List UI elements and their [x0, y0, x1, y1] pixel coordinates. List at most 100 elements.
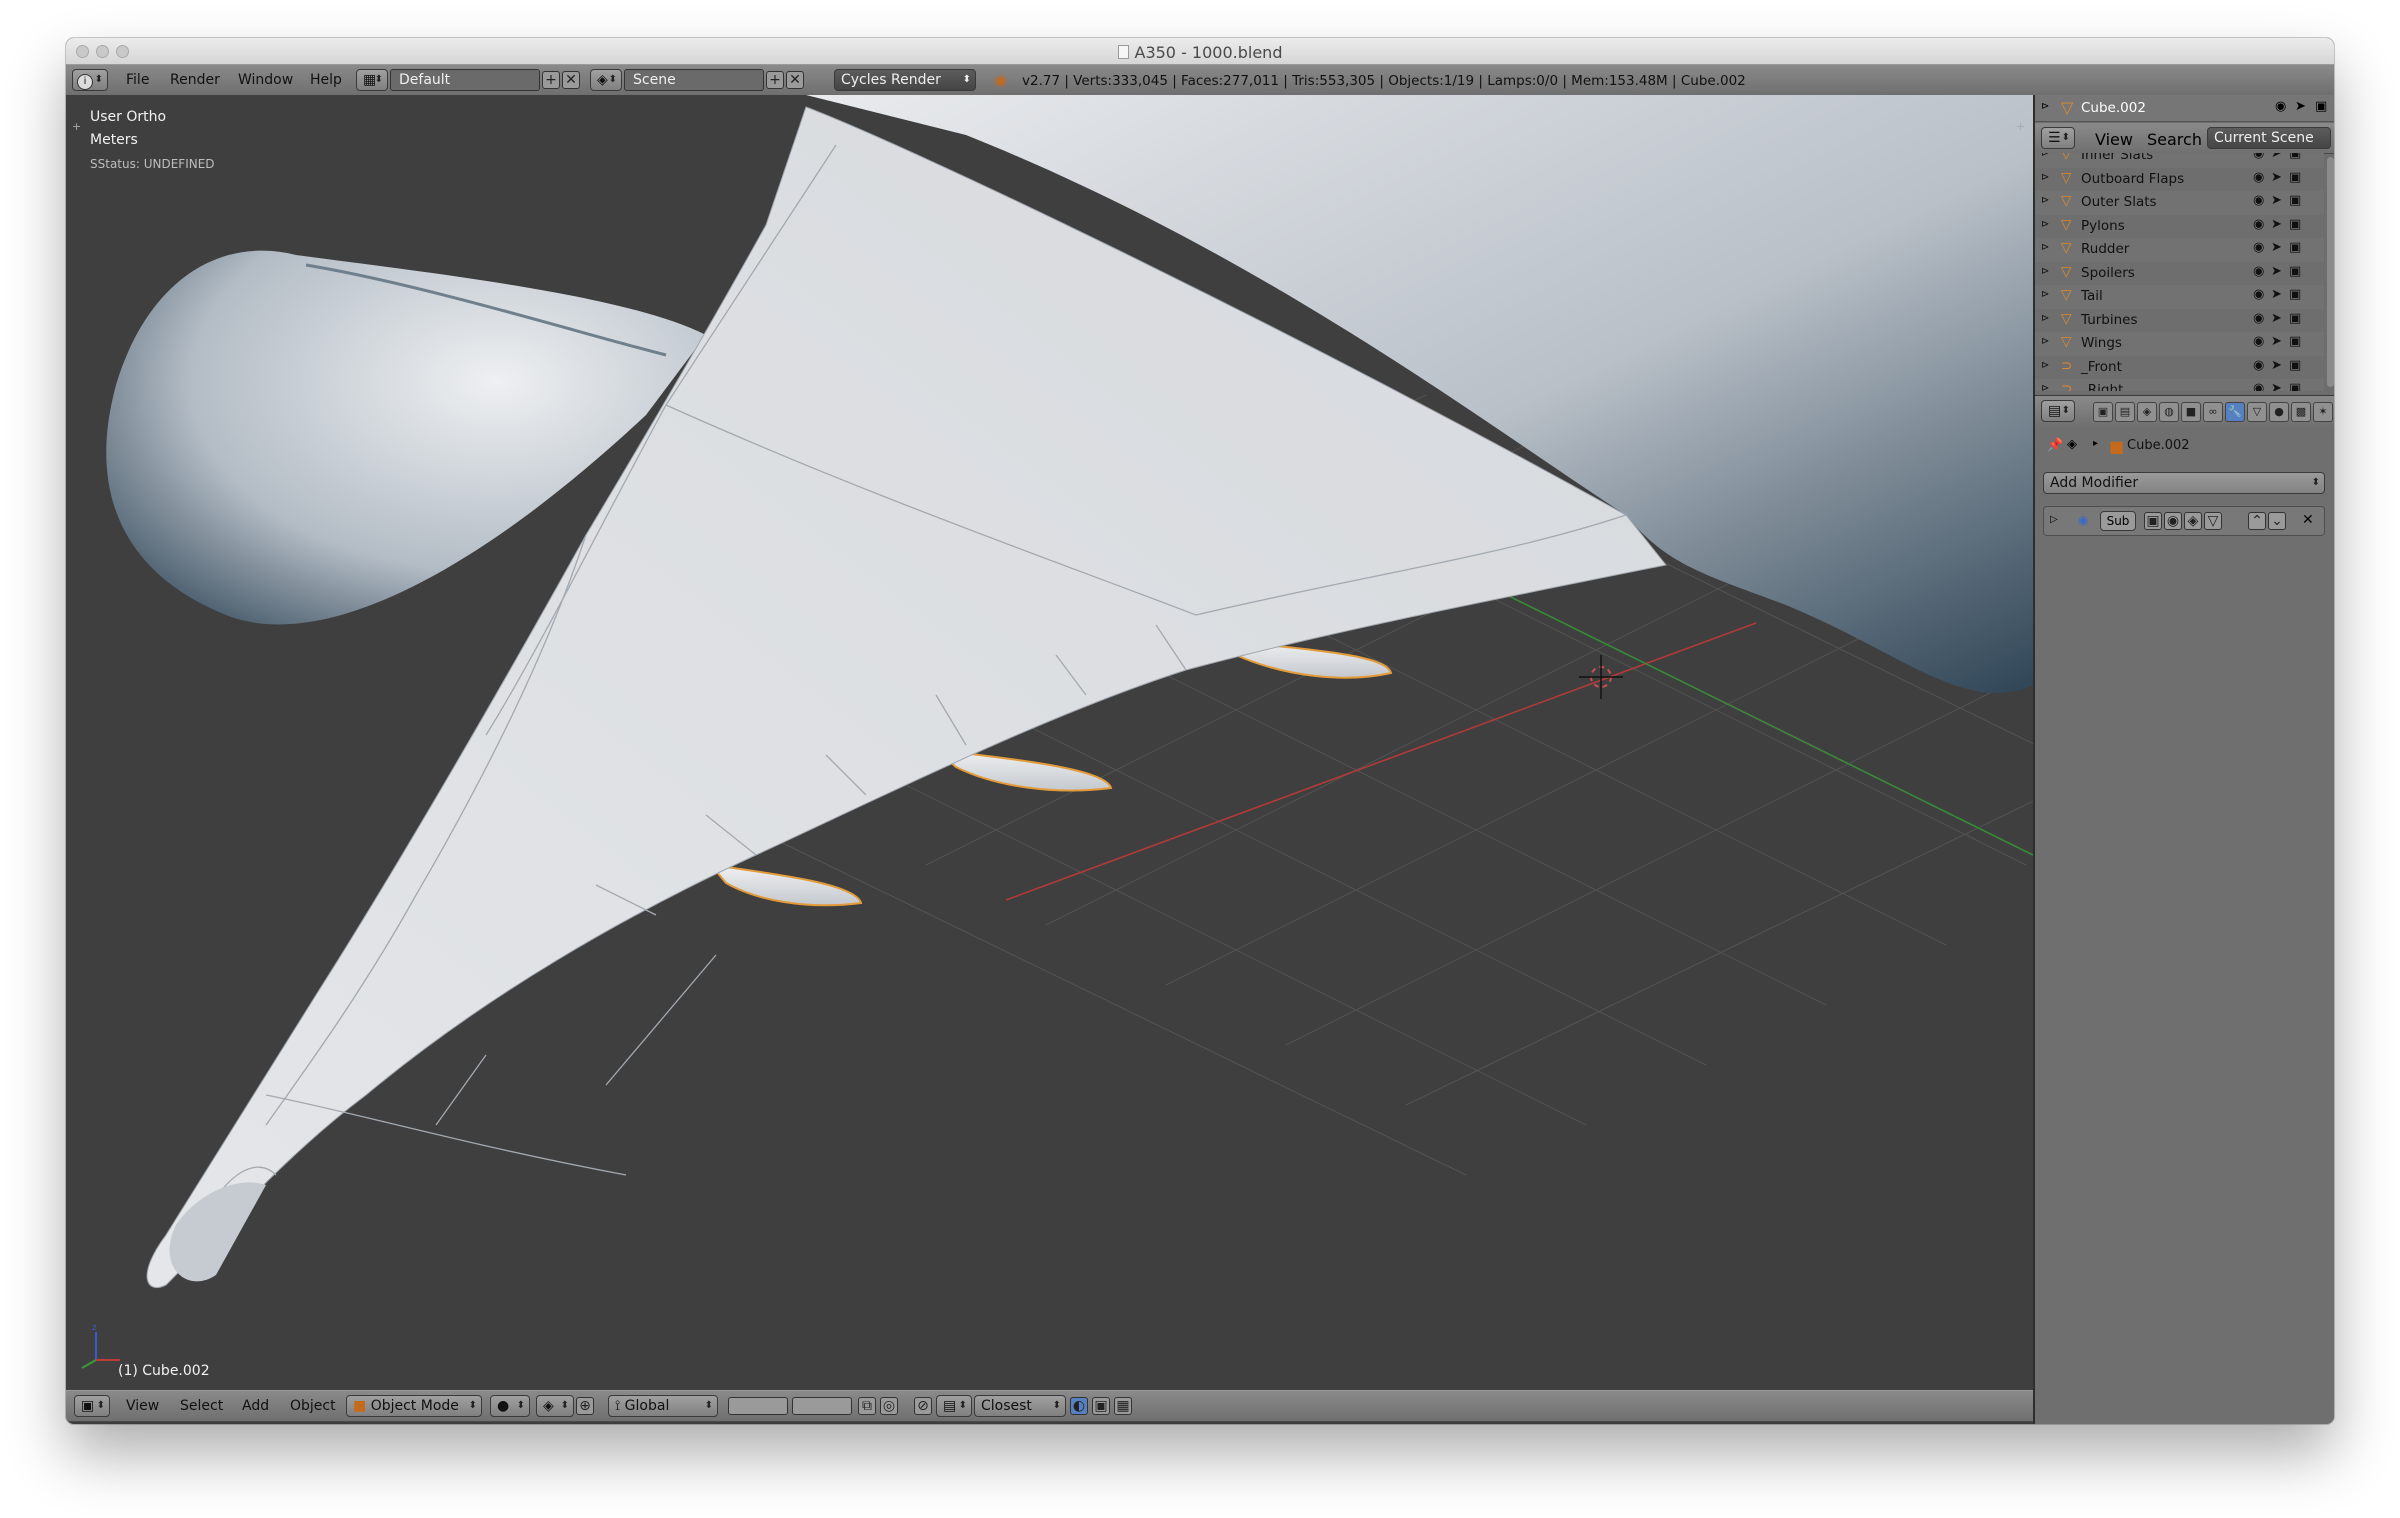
expand-arrow-icon[interactable]: ⊳ [2041, 101, 2049, 112]
outliner-display-mode-select[interactable]: Current Scene [2207, 127, 2331, 149]
outliner-item[interactable]: ⊳ ▽ Turbines ◉ ➤ ▣ [2035, 308, 2324, 332]
snap-element-select[interactable]: ▤ ⬍ [936, 1395, 972, 1417]
pin-icon[interactable]: 📌 [2047, 438, 2063, 453]
selectable-cursor-icon[interactable]: ➤ [2271, 287, 2282, 302]
editor-type-outliner-button[interactable]: ☰ ⬍ [2041, 127, 2075, 149]
modifier-move-down-icon[interactable]: ⌄ [2268, 512, 2286, 530]
visibility-eye-icon[interactable]: ◉ [2253, 153, 2264, 161]
menu-add[interactable]: Add [242, 1398, 269, 1414]
outliner-item[interactable]: ⊳ ▽ Outboard Flaps ◉ ➤ ▣ [2035, 167, 2324, 191]
outliner-item[interactable]: ⊳ ▽ Pylons ◉ ➤ ▣ [2035, 214, 2324, 238]
outliner-item[interactable]: ⊳ ▽ Spoilers ◉ ➤ ▣ [2035, 261, 2324, 285]
editor-type-properties-button[interactable]: ▤ ⬍ [2041, 400, 2075, 422]
menu-file[interactable]: File [126, 72, 149, 88]
renderable-camera-icon[interactable]: ▣ [2289, 264, 2301, 279]
expand-arrow-icon[interactable]: ⊳ [2041, 360, 2049, 371]
menu-render[interactable]: Render [170, 72, 220, 88]
viewport-scene[interactable] [66, 95, 2033, 1390]
renderable-camera-icon[interactable]: ▣ [2289, 153, 2301, 161]
outliner-item[interactable]: ⊳ ▽ Outer Slats ◉ ➤ ▣ [2035, 191, 2324, 215]
renderable-camera-icon[interactable]: ▣ [2315, 99, 2327, 114]
collapse-arrow-icon[interactable]: ▷ [2050, 514, 2058, 525]
screen-layout-icon-button[interactable]: ▦ ⬍ [356, 69, 388, 91]
renderable-camera-icon[interactable]: ▣ [2289, 240, 2301, 255]
menu-select[interactable]: Select [180, 1398, 223, 1414]
manipulator-toggle-icon[interactable]: ⊕ [576, 1397, 594, 1415]
remove-scene-icon[interactable]: ✕ [786, 71, 804, 89]
3d-cursor-icon[interactable] [1579, 655, 1623, 699]
outliner-item[interactable]: ⊳ ▽ Wings ◉ ➤ ▣ [2035, 332, 2324, 356]
expand-arrow-icon[interactable]: ⊳ [2041, 195, 2049, 206]
outliner-scrollbar[interactable] [2327, 157, 2334, 387]
lock-layers-icon[interactable]: ⧉ [858, 1397, 876, 1415]
selectable-cursor-icon[interactable]: ➤ [2295, 99, 2306, 114]
viewport-shading-select[interactable]: ● ⬍ [490, 1395, 530, 1417]
render-tab-icon[interactable]: ▣ [2093, 402, 2113, 422]
renderable-camera-icon[interactable]: ▣ [2289, 170, 2301, 185]
menu-help[interactable]: Help [310, 72, 342, 88]
data-tab-icon[interactable]: ▽ [2247, 402, 2267, 422]
renderable-camera-icon[interactable]: ▣ [2289, 217, 2301, 232]
scene-tab-icon[interactable]: ◈ [2137, 402, 2157, 422]
texture-tab-icon[interactable]: ▩ [2291, 402, 2311, 422]
wingtip-mesh[interactable] [169, 1182, 266, 1282]
visibility-eye-icon[interactable]: ◉ [2253, 170, 2264, 185]
snap-target-select[interactable]: Closest ⬍ [974, 1395, 1066, 1417]
outliner-item[interactable]: ⊳ ▽ Tail ◉ ➤ ▣ [2035, 285, 2324, 309]
outliner-list[interactable]: ⊳ ▽ Inner Slats ◉ ➤ ▣ ⊳ ▽ Outboard Flaps ◉ ➤ ▣ ⊳ ▽ Out… [2035, 153, 2324, 391]
modifier-viewport-toggle-icon[interactable]: ◉ [2164, 512, 2182, 530]
render-image-icon[interactable]: ▣ [1092, 1397, 1110, 1415]
expand-arrow-icon[interactable]: ⊳ [2041, 266, 2049, 277]
material-tab-icon[interactable]: ● [2269, 402, 2289, 422]
selectable-cursor-icon[interactable]: ➤ [2271, 358, 2282, 373]
transform-orientation-select[interactable]: ⟟ Global ⬍ [608, 1395, 718, 1417]
pivot-point-select[interactable]: ◈ ⬍ [536, 1395, 574, 1417]
expand-arrow-icon[interactable]: ⊳ [2041, 336, 2049, 347]
modifier-editmode-toggle-icon[interactable]: ◈ [2184, 512, 2202, 530]
modifier-move-up-icon[interactable]: ⌃ [2248, 512, 2266, 530]
layers-row-1[interactable] [728, 1397, 788, 1415]
modifiers-tab-icon[interactable]: 🔧 [2225, 402, 2245, 422]
modifier-remove-icon[interactable]: ✕ [2302, 512, 2314, 528]
renderable-camera-icon[interactable]: ▣ [2289, 334, 2301, 349]
add-modifier-select[interactable]: Add Modifier ⬍ [2043, 472, 2325, 494]
outliner-item[interactable]: ⊳ ⊃ _Right ◉ ➤ ▣ [2035, 379, 2324, 391]
outliner-item[interactable]: ⊳ ▽ Rudder ◉ ➤ ▣ [2035, 238, 2324, 262]
modifier-render-toggle-icon[interactable]: ▣ [2144, 512, 2162, 530]
expand-arrow-icon[interactable]: ⊳ [2041, 153, 2049, 159]
scene-icon-button[interactable]: ◈ ⬍ [590, 69, 622, 91]
add-scene-icon[interactable]: + [766, 71, 784, 89]
world-tab-icon[interactable]: ◍ [2159, 402, 2179, 422]
particles-tab-icon[interactable]: ✶ [2313, 402, 2333, 422]
selectable-cursor-icon[interactable]: ➤ [2271, 264, 2282, 279]
visibility-eye-icon[interactable]: ◉ [2253, 264, 2264, 279]
selectable-cursor-icon[interactable]: ➤ [2271, 240, 2282, 255]
opengl-render-icon[interactable]: ◐ [1070, 1397, 1088, 1415]
remove-screen-icon[interactable]: ✕ [562, 71, 580, 89]
renderable-camera-icon[interactable]: ▣ [2289, 358, 2301, 373]
visibility-eye-icon[interactable]: ◉ [2253, 287, 2264, 302]
visibility-eye-icon[interactable]: ◉ [2253, 311, 2264, 326]
outliner-item[interactable]: ⊳ ⊃ _Front ◉ ➤ ▣ [2035, 355, 2324, 379]
add-screen-icon[interactable]: + [542, 71, 560, 89]
selectable-cursor-icon[interactable]: ➤ [2271, 193, 2282, 208]
outliner-menu-view[interactable]: View [2095, 130, 2133, 149]
expand-arrow-icon[interactable]: ⊳ [2041, 219, 2049, 230]
visibility-eye-icon[interactable]: ◉ [2253, 217, 2264, 232]
expand-arrow-icon[interactable]: ⊳ [2041, 383, 2049, 391]
object-tab-icon[interactable]: ■ [2181, 402, 2201, 422]
visibility-eye-icon[interactable]: ◉ [2253, 381, 2264, 391]
render-engine-select[interactable]: Cycles Render ⬍ [834, 69, 976, 91]
selectable-cursor-icon[interactable]: ➤ [2271, 153, 2282, 161]
renderable-camera-icon[interactable]: ▣ [2289, 287, 2301, 302]
outliner-item[interactable]: ⊳ ▽ Inner Slats ◉ ➤ ▣ [2035, 153, 2324, 168]
proportional-edit-icon[interactable]: ◎ [880, 1397, 898, 1415]
expand-arrow-icon[interactable]: ⊳ [2041, 242, 2049, 253]
editor-type-3d-button[interactable]: ▣ ⬍ [74, 1395, 110, 1417]
renderable-camera-icon[interactable]: ▣ [2289, 193, 2301, 208]
selectable-cursor-icon[interactable]: ➤ [2271, 217, 2282, 232]
outliner-active-row[interactable]: ⊳ ▽ Cube.002 ◉ ➤ ▣ [2035, 95, 2334, 122]
selectable-cursor-icon[interactable]: ➤ [2271, 170, 2282, 185]
visibility-eye-icon[interactable]: ◉ [2253, 240, 2264, 255]
selectable-cursor-icon[interactable]: ➤ [2271, 381, 2282, 391]
